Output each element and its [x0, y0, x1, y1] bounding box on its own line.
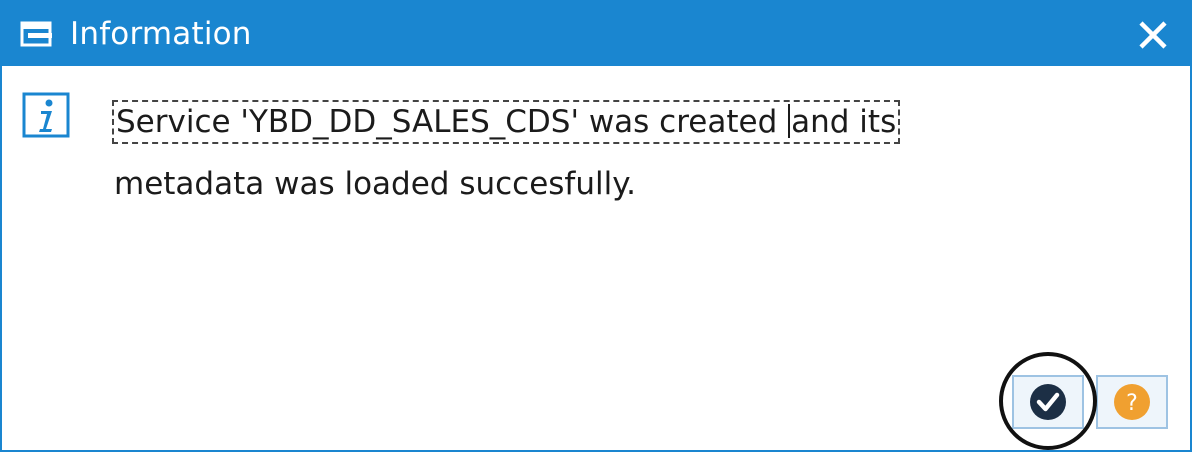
help-button[interactable]: ?	[1096, 375, 1168, 429]
message-line-2: metadata was loaded succesfully.	[114, 166, 636, 202]
help-icon: ?	[1114, 384, 1150, 420]
text-cursor	[788, 104, 791, 138]
ok-button[interactable]	[1012, 375, 1084, 429]
checkmark-icon	[1030, 384, 1066, 420]
window-icon	[20, 21, 52, 47]
message-text-part-1: Service 'YBD_DD_SALES_CDS' was created	[116, 104, 788, 140]
help-glyph: ?	[1126, 391, 1138, 416]
message-line-1: Service 'YBD_DD_SALES_CDS' was created a…	[111, 100, 901, 144]
message-text-part-2: and its	[791, 104, 897, 140]
information-dialog: Information Service 'YBD_DD_SALES_CDS' w…	[0, 0, 1192, 452]
title-bar[interactable]: Information	[2, 2, 1190, 66]
dialog-title: Information	[70, 16, 252, 52]
close-icon[interactable]	[1134, 16, 1172, 54]
info-icon	[22, 92, 70, 138]
